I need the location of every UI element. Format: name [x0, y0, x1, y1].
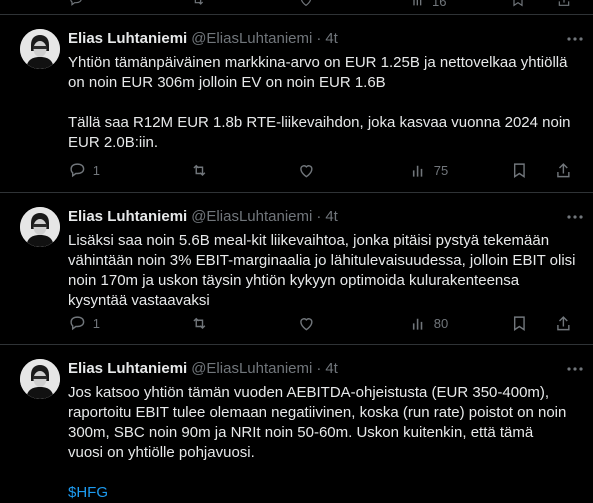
- tweet-header: Elias Luhtaniemi @EliasLuhtaniemi · 4t: [68, 359, 581, 379]
- text-line: vähintään noin 3% EBIT-marginaalia jo lä…: [68, 252, 576, 269]
- text-line: Jos katsoo yhtiön tämän vuoden AEBITDA-o…: [68, 384, 550, 401]
- more-options-icon[interactable]: [565, 207, 585, 227]
- previous-tweet-action-bar: 16: [0, 0, 593, 15]
- separator-dot: ·: [316, 30, 322, 47]
- repost-icon: [193, 317, 206, 329]
- bookmark-icon: [513, 316, 525, 331]
- repost-icon[interactable]: [190, 0, 206, 8]
- repost-icon: [193, 164, 206, 176]
- tweet-text: Lisäksi saa noin 5.6B meal-kit liikevaih…: [68, 231, 578, 311]
- like-button[interactable]: [297, 160, 316, 180]
- separator-dot: ·: [316, 360, 322, 377]
- reply-button[interactable]: 1: [68, 313, 100, 333]
- views-button[interactable]: 80: [409, 313, 448, 333]
- bookmark-icon: [513, 163, 525, 178]
- text-line: Yhtiön tämänpäiväinen markkina-arvo on E…: [68, 54, 568, 71]
- text-line: vuosi on yhtiölle pohjavuosi.: [68, 444, 255, 461]
- text-line: EUR 2.0B:iin.: [68, 134, 159, 151]
- reply-button[interactable]: 1: [68, 160, 100, 180]
- text-line: Lisäksi saa noin 5.6B meal-kit liikevaih…: [68, 232, 550, 249]
- author-name[interactable]: Elias Luhtaniemi: [68, 208, 187, 225]
- tweet[interactable]: Elias Luhtaniemi @EliasLuhtaniemi · 4t Lisä…: [0, 193, 593, 345]
- text-line: Tällä saa R12M EUR 1.8b RTE-liikevaihdon…: [68, 114, 571, 131]
- bookmark-icon[interactable]: [510, 0, 526, 8]
- reply-icon: [70, 316, 85, 330]
- author-name[interactable]: Elias Luhtaniemi: [68, 360, 187, 377]
- text-line: kysyntää vastaavaksi: [68, 292, 210, 309]
- tweet-header: Elias Luhtaniemi @EliasLuhtaniemi · 4t: [68, 29, 581, 49]
- avatar[interactable]: [20, 207, 60, 247]
- repost-button[interactable]: [190, 160, 209, 180]
- like-icon: [300, 317, 313, 331]
- more-options-icon[interactable]: [565, 29, 585, 49]
- share-button[interactable]: [554, 160, 573, 180]
- reply-count: 1: [92, 315, 100, 331]
- bookmark-button[interactable]: [510, 160, 529, 180]
- author-handle[interactable]: @EliasLuhtaniemi: [191, 30, 312, 47]
- views-icon: [412, 318, 423, 330]
- views-count: 75: [433, 162, 449, 178]
- share-icon: [557, 162, 570, 177]
- views-count: 80: [433, 315, 449, 331]
- text-line: raportoitu EBIT tulee olemaan negatiivin…: [68, 404, 567, 421]
- share-button[interactable]: [554, 313, 573, 333]
- like-icon[interactable]: [298, 0, 314, 8]
- views-icon: [412, 165, 423, 177]
- avatar[interactable]: [20, 359, 60, 399]
- more-options-icon[interactable]: [565, 359, 585, 379]
- reply-icon: [70, 163, 85, 177]
- share-icon: [557, 315, 570, 330]
- tweet-action-bar: 1 75: [68, 160, 578, 180]
- author-name[interactable]: Elias Luhtaniemi: [68, 30, 187, 47]
- timestamp[interactable]: 4t: [325, 208, 338, 225]
- views-button[interactable]: 75: [409, 160, 448, 180]
- text-line: 300m, SBC noin 90m ja NRIt noin 50-60m. …: [68, 424, 534, 441]
- bookmark-button[interactable]: [510, 313, 529, 333]
- reply-icon[interactable]: [68, 0, 84, 8]
- author-handle[interactable]: @EliasLuhtaniemi: [191, 208, 312, 225]
- tweet[interactable]: Elias Luhtaniemi @EliasLuhtaniemi · 4t Yhti…: [0, 15, 593, 193]
- like-button[interactable]: [297, 313, 316, 333]
- reply-count: 1: [92, 162, 100, 178]
- cashtag-link[interactable]: $HFG: [68, 484, 108, 501]
- text-line: noin 170m ja uskon täysin yhtiön kykyyn …: [68, 272, 520, 289]
- views-icon[interactable]: [410, 0, 426, 8]
- like-icon: [300, 164, 313, 178]
- tweet-header: Elias Luhtaniemi @EliasLuhtaniemi · 4t: [68, 207, 581, 227]
- timestamp[interactable]: 4t: [325, 360, 338, 377]
- separator-dot: ·: [316, 208, 322, 225]
- repost-button[interactable]: [190, 313, 209, 333]
- text-line: [68, 93, 578, 113]
- author-handle[interactable]: @EliasLuhtaniemi: [191, 360, 312, 377]
- tweet-action-bar: 1 80: [68, 313, 578, 333]
- text-line: on noin EUR 306m jolloin EV on noin EUR …: [68, 74, 386, 91]
- avatar[interactable]: [20, 29, 60, 69]
- tweet-text: Yhtiön tämänpäiväinen markkina-arvo on E…: [68, 53, 578, 153]
- views-count: 16: [432, 0, 447, 9]
- timestamp[interactable]: 4t: [325, 30, 338, 47]
- tweet-text: Jos katsoo yhtiön tämän vuoden AEBITDA-o…: [68, 383, 578, 503]
- tweet[interactable]: Elias Luhtaniemi @EliasLuhtaniemi · 4t Jos …: [0, 345, 593, 503]
- text-line: [68, 463, 578, 483]
- share-icon[interactable]: [556, 0, 572, 8]
